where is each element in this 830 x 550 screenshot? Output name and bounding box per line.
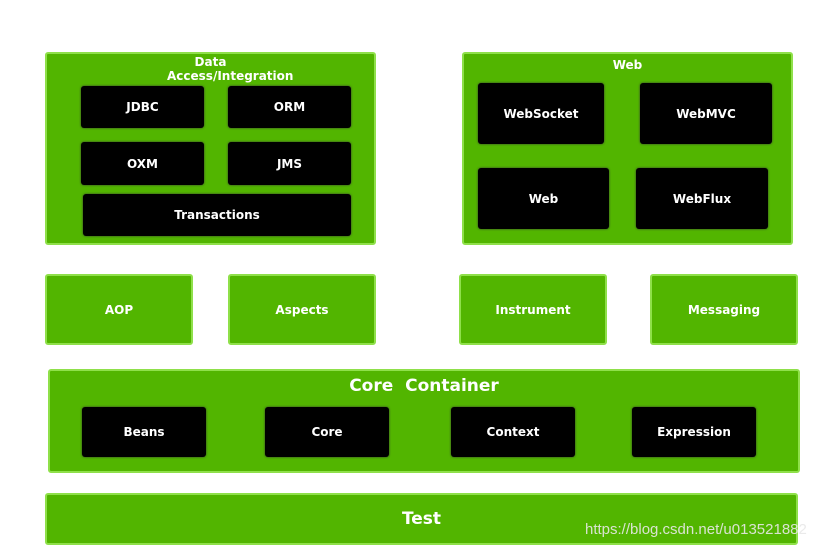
watermark: https://blog.csdn.net/u013521882 bbox=[585, 521, 807, 538]
web-title: Web bbox=[612, 58, 643, 72]
messaging-module: Messaging bbox=[650, 274, 798, 345]
aspects-module: Aspects bbox=[228, 274, 376, 345]
context-box: Context bbox=[451, 407, 575, 457]
webflux-box: WebFlux bbox=[636, 168, 768, 229]
orm-box: ORM bbox=[228, 86, 351, 128]
transactions-box: Transactions bbox=[83, 194, 351, 236]
data-access-title: Data Access/Integration bbox=[167, 55, 294, 83]
jdbc-box: JDBC bbox=[81, 86, 204, 128]
oxm-box: OXM bbox=[81, 142, 204, 185]
websocket-box: WebSocket bbox=[478, 83, 604, 144]
webmvc-box: WebMVC bbox=[640, 83, 772, 144]
instrument-module: Instrument bbox=[459, 274, 607, 345]
jms-box: JMS bbox=[228, 142, 351, 185]
beans-box: Beans bbox=[82, 407, 206, 457]
aop-module: AOP bbox=[45, 274, 193, 345]
expression-box: Expression bbox=[632, 407, 756, 457]
core-box: Core bbox=[265, 407, 389, 457]
web-box: Web bbox=[478, 168, 609, 229]
core-container-title: Core Container bbox=[349, 376, 499, 396]
